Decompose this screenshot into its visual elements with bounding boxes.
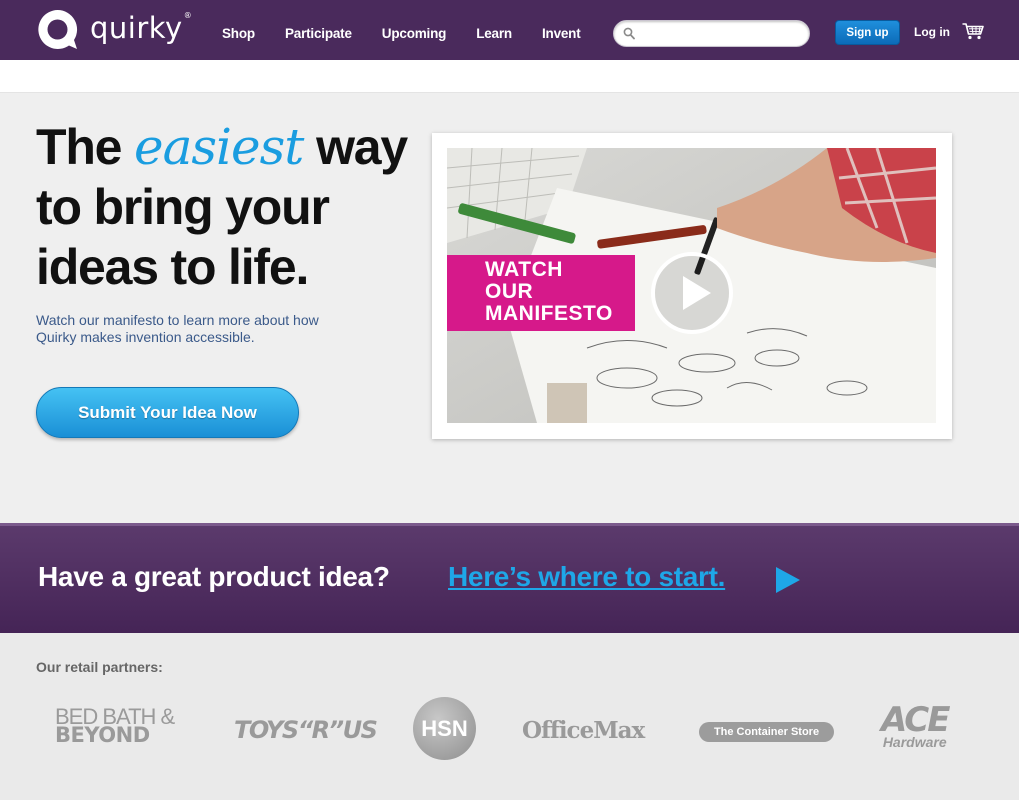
hsn-logo[interactable]: HSN xyxy=(413,697,476,760)
ace-hardware-logo[interactable]: ACE Hardware xyxy=(881,703,950,749)
white-strip xyxy=(0,60,1019,93)
cart-icon[interactable] xyxy=(962,23,984,45)
login-link[interactable]: Log in xyxy=(914,25,950,39)
main-nav: Shop Participate Upcoming Learn Invent xyxy=(222,26,611,41)
nav-participate[interactable]: Participate xyxy=(285,26,352,41)
quirky-logo-icon xyxy=(36,8,79,51)
signup-button[interactable]: Sign up xyxy=(835,20,900,45)
search-input[interactable] xyxy=(640,25,800,43)
hero-subtext: Watch our manifesto to learn more about … xyxy=(36,312,319,345)
nav-upcoming[interactable]: Upcoming xyxy=(382,26,447,41)
bed-bath-beyond-logo[interactable]: BED BATH & BEYOND xyxy=(55,706,175,746)
top-navbar: quirky® Shop Participate Upcoming Learn … xyxy=(0,0,1019,60)
search-box[interactable] xyxy=(613,20,810,47)
partners-title: Our retail partners: xyxy=(36,659,163,675)
nav-invent[interactable]: Invent xyxy=(542,26,581,41)
play-icon[interactable] xyxy=(650,251,734,340)
banner-start-link[interactable]: Here’s where to start. xyxy=(448,561,725,593)
submit-idea-button[interactable]: Submit Your Idea Now xyxy=(36,387,299,438)
video-frame: WATCH OUR MANIFESTO xyxy=(432,133,952,439)
container-store-logo[interactable]: The Container Store xyxy=(699,722,834,742)
start-banner: Have a great product idea? Here’s where … xyxy=(0,523,1019,633)
retail-partners: Our retail partners: BED BATH & BEYOND T… xyxy=(0,633,1019,800)
manifesto-video[interactable]: WATCH OUR MANIFESTO xyxy=(447,148,936,423)
watch-manifesto-text: WATCH OUR MANIFESTO xyxy=(485,258,613,325)
banner-question: Have a great product idea? xyxy=(38,561,390,592)
logo-wordmark: quirky® xyxy=(90,10,193,45)
quirky-logo[interactable]: quirky® xyxy=(36,8,192,51)
search-icon xyxy=(623,27,635,45)
play-arrow-icon[interactable] xyxy=(776,567,800,598)
hero-headline: The easiest way to bring your ideas to l… xyxy=(36,118,408,295)
nav-shop[interactable]: Shop xyxy=(222,26,255,41)
toys-r-us-logo[interactable]: TOYS“R”US xyxy=(234,716,378,744)
hero-section: The easiest way to bring your ideas to l… xyxy=(0,93,1019,523)
nav-learn[interactable]: Learn xyxy=(476,26,512,41)
officemax-logo[interactable]: OfficeMax xyxy=(522,717,645,744)
